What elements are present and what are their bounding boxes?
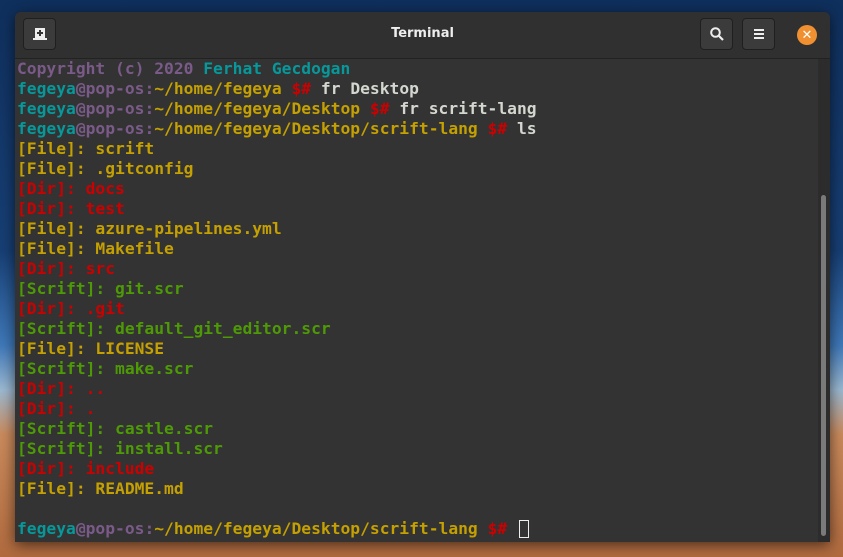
terminal-text: $# [487, 119, 517, 138]
menu-button[interactable] [742, 18, 775, 50]
search-button[interactable] [700, 18, 733, 50]
terminal-line: [Scrift]: make.scr [17, 359, 818, 379]
terminal-text: fegeya [17, 119, 76, 138]
hamburger-menu-icon [753, 29, 764, 39]
terminal-line: [File]: scrift [17, 139, 818, 159]
terminal-line: [File]: Makefile [17, 239, 818, 259]
terminal-line: [Scrift]: castle.scr [17, 419, 818, 439]
terminal-line: fegeya@pop-os:~/home/fegeya/Desktop $# f… [17, 99, 818, 119]
terminal-text: [Dir]: include [17, 459, 155, 478]
terminal-text: [File]: .gitconfig [17, 159, 194, 178]
new-tab-icon [32, 28, 47, 40]
terminal-line: [Dir]: . [17, 399, 818, 419]
terminal-line: [Dir]: .git [17, 299, 818, 319]
terminal-text: [Scrift]: git.scr [17, 279, 184, 298]
terminal-text: [Dir]: .git [17, 299, 125, 318]
terminal-text: fegeya [17, 79, 76, 98]
terminal-line: [File]: LICENSE [17, 339, 818, 359]
terminal-line: [Dir]: test [17, 199, 818, 219]
terminal-text: @pop-os: [75, 519, 155, 538]
terminal-line: [Dir]: include [17, 459, 818, 479]
terminal-line: [Scrift]: default_git_editor.scr [17, 319, 818, 339]
terminal-text: [Dir]: docs [17, 179, 125, 198]
terminal-text: ~/home/fegeya [154, 79, 292, 98]
terminal-line: [File]: .gitconfig [17, 159, 818, 179]
new-tab-button[interactable] [23, 18, 56, 50]
terminal-text: fegeya [17, 519, 76, 538]
terminal-text: [Scrift]: default_git_editor.scr [17, 319, 331, 338]
terminal-text: ~/home/fegeya/Desktop/scrift-lang [154, 119, 488, 138]
terminal-line: fegeya@pop-os:~/home/fegeya $# fr Deskto… [17, 79, 818, 99]
terminal-text: $# [369, 99, 400, 118]
terminal-line: [File]: README.md [17, 479, 818, 499]
terminal-text: [Dir]: . [17, 399, 96, 418]
terminal-text: fr Desktop [320, 79, 419, 98]
terminal-text: @pop-os: [75, 119, 155, 138]
terminal-text: @pop-os: [75, 99, 155, 118]
terminal-text: ~/home/fegeya/Desktop/scrift-lang [154, 519, 488, 538]
search-icon [709, 27, 724, 41]
terminal-text: Ferhat Gecdogan [203, 59, 351, 78]
terminal-text: [File]: LICENSE [17, 339, 165, 358]
terminal-line: [Dir]: docs [17, 179, 818, 199]
scrollbar[interactable] [818, 59, 830, 542]
terminal-text: [Scrift]: make.scr [17, 359, 194, 378]
header-bar: Terminal ✕ [15, 12, 830, 59]
terminal-line: Copyright (c) 2020 Ferhat Gecdogan [17, 59, 818, 79]
terminal-text: fr scrift-lang [399, 99, 537, 118]
close-button[interactable]: ✕ [797, 25, 817, 45]
terminal-line: [Dir]: .. [17, 379, 818, 399]
terminal-text: [File]: scrift [17, 139, 155, 158]
terminal-output[interactable]: Copyright (c) 2020 Ferhat Gecdogan fegeya… [17, 59, 818, 542]
terminal-line: [File]: azure-pipelines.yml [17, 219, 818, 239]
cursor [518, 520, 529, 538]
terminal-text: [Scrift]: castle.scr [17, 419, 214, 438]
terminal-line: [Dir]: src [17, 259, 818, 279]
terminal-line: [Scrift]: install.scr [17, 439, 818, 459]
terminal-text: ls [516, 119, 537, 138]
terminal-line: fegeya@pop-os:~/home/fegeya/Desktop/scri… [17, 519, 818, 539]
terminal-line: fegeya@pop-os:~/home/fegeya/Desktop/scri… [17, 119, 818, 139]
terminal-text: @pop-os: [75, 79, 155, 98]
terminal-text: Copyright (c) 2020 [17, 59, 204, 78]
terminal-text: [Dir]: src [17, 259, 116, 278]
terminal-text: $# [291, 79, 321, 98]
close-icon: ✕ [801, 27, 813, 43]
terminal-text: ~/home/fegeya/Desktop [154, 99, 370, 118]
terminal-text: $# [487, 519, 517, 538]
terminal-line: [Scrift]: git.scr [17, 279, 818, 299]
terminal-text: [Scrift]: install.scr [17, 439, 223, 458]
terminal-text: [File]: Makefile [17, 239, 174, 258]
terminal-text: [Dir]: test [17, 199, 125, 218]
scrollbar-thumb[interactable] [821, 195, 826, 536]
terminal-text: [Dir]: .. [17, 379, 106, 398]
terminal-text: [File]: README.md [17, 479, 184, 498]
terminal-text: [File]: azure-pipelines.yml [17, 219, 282, 238]
terminal-window: Terminal ✕ Copyright (c) 2020 Ferhat Gec… [15, 12, 830, 542]
terminal-text: fegeya [17, 99, 76, 118]
